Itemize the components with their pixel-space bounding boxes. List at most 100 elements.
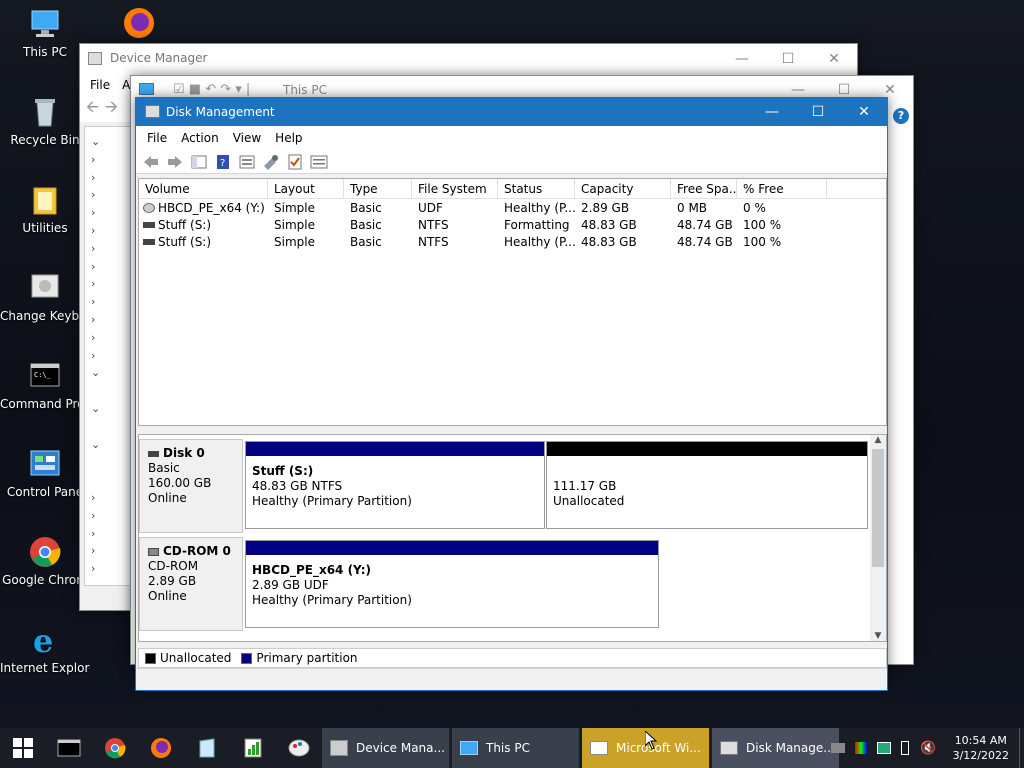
disk-management-titlebar[interactable]: Disk Management — ☐ ✕	[136, 98, 887, 126]
disk-state: Online	[148, 589, 187, 603]
show-desktop-button[interactable]	[1019, 728, 1024, 768]
scroll-down-icon[interactable]: ▼	[870, 631, 886, 641]
disk-type: Basic	[148, 461, 180, 475]
taskbar-paint[interactable]	[276, 728, 322, 768]
scroll-up-icon[interactable]: ▲	[870, 435, 886, 447]
desktop-icon-label: Change Keyboard Layo	[0, 309, 90, 323]
svg-text:C:\_: C:\_	[34, 371, 52, 379]
taskbar-app-label: Disk Manage...	[746, 741, 835, 755]
taskbar-app-device-manager[interactable]: Device Mana...	[322, 728, 449, 768]
menu-help[interactable]: Help	[268, 131, 309, 145]
taskbar-command-prompt[interactable]	[46, 728, 92, 768]
taskbar: Device Mana... This PC Microsoft Wi... D…	[0, 728, 1024, 768]
checklist-icon[interactable]	[286, 154, 304, 170]
console-icon: C:\_	[28, 360, 62, 392]
clock-time: 10:54 AM	[954, 734, 1007, 747]
partition-hbcd[interactable]: HBCD_PE_x64 (Y:) 2.89 GB UDF Healthy (Pr…	[245, 540, 659, 628]
device-manager-titlebar[interactable]: Device Manager — ☐ ✕	[80, 44, 857, 74]
volume-name: Stuff (S:)	[158, 217, 212, 232]
taskbar-notepad[interactable]	[184, 728, 230, 768]
maximize-button[interactable]: ☐	[765, 44, 811, 74]
device-tree[interactable]: ⌄ › › › › › › › › › › › › ⌄ ⌄ ⌄ › › › › ›	[84, 126, 132, 586]
menu-action[interactable]: Action	[174, 131, 226, 145]
back-arrow-icon[interactable]	[142, 154, 160, 170]
desktop-icon-firefox[interactable]	[94, 6, 184, 43]
connect-icon[interactable]	[262, 154, 280, 170]
disk-graphical-view[interactable]: Disk 0 Basic 160.00 GB Online Stuff (S:)…	[138, 434, 887, 642]
help-icon[interactable]: ?	[893, 108, 909, 124]
disk-type: CD-ROM	[148, 559, 199, 573]
desktop-icon-recycle-bin[interactable]: Recycle Bin	[0, 96, 90, 148]
clock[interactable]: 10:54 AM 3/12/2022	[943, 733, 1019, 763]
desktop-icon-change-keyboard[interactable]: Change Keyboard Layo	[0, 272, 90, 324]
desktop-icon-this-pc[interactable]: This PC	[0, 8, 90, 60]
table-row[interactable]: Stuff (S:) Simple Basic NTFS Healthy (P.…	[139, 233, 886, 250]
usb-icon[interactable]	[901, 741, 910, 755]
volume-list-header: Volume Layout Type File System Status Ca…	[139, 179, 886, 199]
column-header[interactable]: Capacity	[575, 179, 671, 198]
network-icon[interactable]	[831, 743, 846, 753]
forward-arrow-icon[interactable]: 🡪	[105, 96, 118, 123]
taskbar-spreadsheet[interactable]	[230, 728, 276, 768]
table-cell: 100 %	[743, 217, 782, 232]
svg-text:e: e	[33, 624, 53, 656]
minimize-button[interactable]: —	[749, 98, 795, 126]
console-icon	[57, 739, 81, 757]
show-hide-tree-icon[interactable]	[190, 154, 208, 170]
partition-unallocated[interactable]: 111.17 GB Unallocated	[546, 441, 868, 529]
desktop-icon-label: Command Prompt	[0, 397, 90, 411]
table-row[interactable]: HBCD_PE_x64 (Y:) Simple Basic UDF Health…	[139, 199, 886, 216]
device-manager-title: Device Manager	[110, 51, 208, 65]
taskbar-app-label: Device Mana...	[356, 741, 445, 755]
partition-stuff-s[interactable]: Stuff (S:) 48.83 GB NTFS Healthy (Primar…	[245, 441, 545, 529]
table-cell: Simple	[274, 234, 315, 249]
column-header[interactable]: File System	[412, 179, 498, 198]
taskbar-chrome[interactable]	[92, 728, 138, 768]
table-cell: UDF	[418, 200, 443, 215]
menu-view[interactable]: View	[226, 131, 268, 145]
window-list-icon	[590, 741, 608, 755]
desktop-icon-chrome[interactable]: Google Chrom	[0, 536, 90, 588]
desktop-icon-control-panel[interactable]: Control Pane	[0, 448, 90, 500]
desktop-icon-utilities[interactable]: Utilities	[0, 184, 90, 236]
desktop-icon-command-prompt[interactable]: C:\_ Command Prompt	[0, 360, 90, 412]
column-header[interactable]: Layout	[268, 179, 344, 198]
volume-list[interactable]: Volume Layout Type File System Status Ca…	[138, 178, 887, 426]
table-row[interactable]: Stuff (S:) Simple Basic NTFS Formatting …	[139, 216, 886, 233]
column-header[interactable]: Free Spa...	[671, 179, 737, 198]
desktop-icon-internet-explorer[interactable]: e Internet Explorer	[0, 622, 90, 676]
display-icon[interactable]	[877, 742, 892, 754]
start-button[interactable]	[0, 728, 46, 768]
properties-icon[interactable]	[238, 154, 256, 170]
forward-arrow-icon[interactable]	[166, 154, 184, 170]
taskbar-app-this-pc[interactable]: This PC	[452, 728, 579, 768]
color-picker-icon[interactable]	[855, 742, 868, 754]
partition-name: Stuff (S:)	[252, 464, 314, 478]
vertical-scrollbar[interactable]: ▲ ▼	[870, 435, 886, 641]
table-cell: 2.89 GB	[581, 200, 630, 215]
column-header[interactable]: Status	[498, 179, 575, 198]
menu-file[interactable]: File	[84, 78, 116, 92]
help-book-icon[interactable]: ?	[214, 154, 232, 170]
menu-file[interactable]: File	[140, 131, 174, 145]
list-view-icon[interactable]	[310, 154, 328, 170]
disk-management-window[interactable]: Disk Management — ☐ ✕ File Action View H…	[135, 97, 888, 691]
volume-muted-icon[interactable]: 🔇	[920, 741, 936, 756]
close-button[interactable]: ✕	[841, 98, 887, 126]
column-header[interactable]: % Free	[737, 179, 827, 198]
taskbar-app-disk-management[interactable]: Disk Manage...	[712, 728, 839, 768]
taskbar-firefox[interactable]	[138, 728, 184, 768]
back-arrow-icon[interactable]: 🡨	[86, 96, 99, 123]
scroll-thumb[interactable]	[872, 449, 884, 567]
close-button[interactable]: ✕	[811, 44, 857, 74]
cdrom-0-label[interactable]: CD-ROM 0 CD-ROM 2.89 GB Online	[139, 537, 243, 631]
column-header[interactable]: Type	[344, 179, 412, 198]
primary-partition-bar	[246, 442, 544, 456]
tree-expanders: ⌄ › › › › › › › › › › › › ⌄ ⌄ ⌄ › › › › ›	[91, 135, 101, 576]
column-header[interactable]: Volume	[139, 179, 268, 198]
maximize-button[interactable]: ☐	[795, 98, 841, 126]
disk-0-label[interactable]: Disk 0 Basic 160.00 GB Online	[139, 439, 243, 533]
minimize-button[interactable]: —	[719, 44, 765, 74]
partition-status: Unallocated	[553, 494, 625, 508]
table-cell: Simple	[274, 200, 315, 215]
